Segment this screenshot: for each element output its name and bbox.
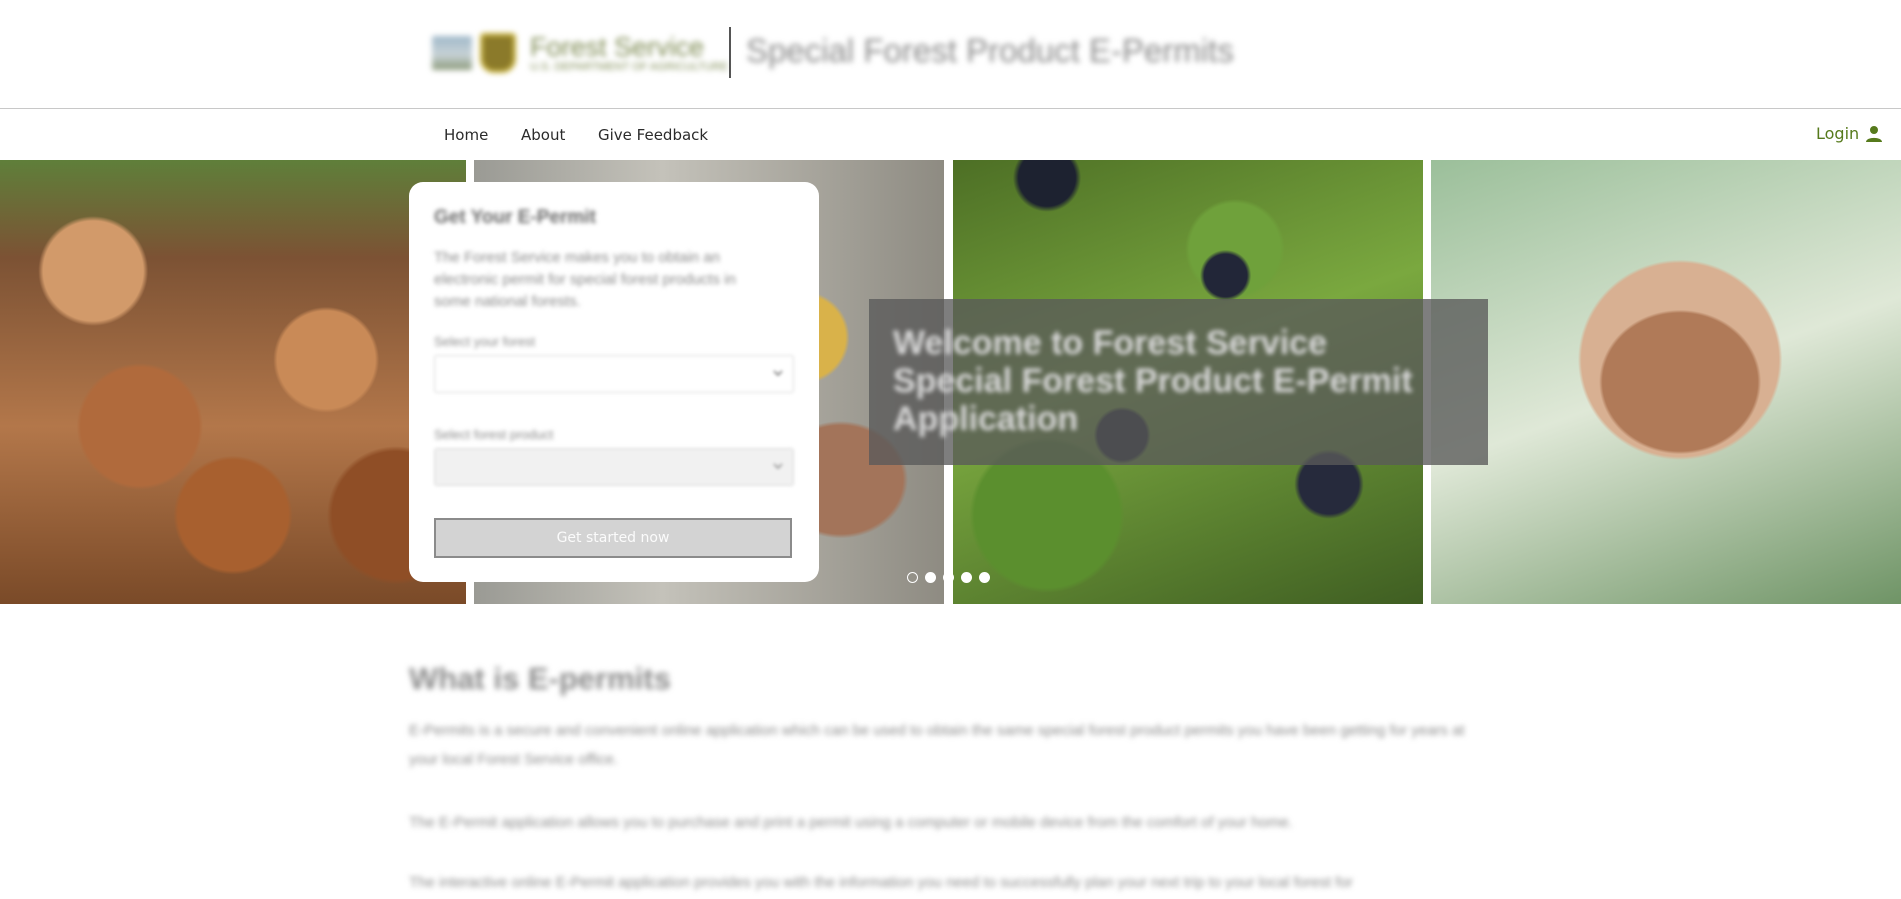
intro-paragraph: The interactive online E-Permit applicat… bbox=[409, 874, 1353, 891]
firewood-image bbox=[0, 160, 466, 604]
nav-home[interactable]: Home bbox=[444, 126, 488, 144]
header-divider bbox=[729, 27, 731, 78]
product-label: Select forest product bbox=[434, 427, 554, 442]
agency-name: Forest Service bbox=[530, 32, 705, 62]
intro-paragraph: The E-Permit application allows you to p… bbox=[409, 814, 1293, 831]
nav-about[interactable]: About bbox=[521, 126, 565, 144]
agency-text: Forest Service U.S. DEPARTMENT OF AGRICU… bbox=[530, 33, 728, 73]
carousel-dot[interactable] bbox=[979, 572, 990, 583]
usda-logo-icon bbox=[432, 36, 472, 70]
carousel-dot[interactable] bbox=[961, 572, 972, 583]
login-label: Login bbox=[1816, 124, 1860, 143]
carousel-indicators bbox=[907, 572, 997, 583]
welcome-overlay: Welcome to Forest Service Special Forest… bbox=[869, 299, 1488, 465]
carousel-dot[interactable] bbox=[943, 572, 954, 583]
login-link[interactable]: Login bbox=[1816, 124, 1883, 143]
welcome-heading: Welcome to Forest Service Special Forest… bbox=[893, 324, 1413, 438]
product-select[interactable] bbox=[434, 448, 794, 486]
card-description: The Forest Service makes you to obtain a… bbox=[434, 249, 736, 310]
section-title: What is E-permits bbox=[409, 661, 671, 696]
intro-paragraph: E-Permits is a secure and convenient onl… bbox=[409, 722, 1465, 768]
main-nav: Home About Give Feedback Login bbox=[0, 109, 1901, 160]
agency-department: U.S. DEPARTMENT OF AGRICULTURE bbox=[530, 61, 728, 73]
get-started-button[interactable]: Get started now bbox=[434, 518, 792, 558]
carousel-dot[interactable] bbox=[925, 572, 936, 583]
chevron-down-icon bbox=[773, 463, 783, 470]
forest-select[interactable] bbox=[434, 355, 794, 393]
site-header: Forest Service U.S. DEPARTMENT OF AGRICU… bbox=[0, 0, 1901, 109]
forest-service-shield-icon bbox=[480, 33, 516, 73]
get-permit-card: Get Your E-Permit The Forest Service mak… bbox=[409, 182, 819, 582]
card-title: Get Your E-Permit bbox=[434, 207, 596, 228]
agency-logo[interactable]: Forest Service U.S. DEPARTMENT OF AGRICU… bbox=[432, 26, 728, 80]
nav-give-feedback[interactable]: Give Feedback bbox=[598, 126, 708, 144]
carousel-dot[interactable] bbox=[907, 572, 918, 583]
chevron-down-icon bbox=[773, 370, 783, 377]
forest-label: Select your forest bbox=[434, 334, 536, 349]
person-icon bbox=[1866, 125, 1883, 142]
pinecone-image bbox=[1431, 160, 1901, 604]
app-title: Special Forest Product E-Permits bbox=[746, 32, 1234, 69]
